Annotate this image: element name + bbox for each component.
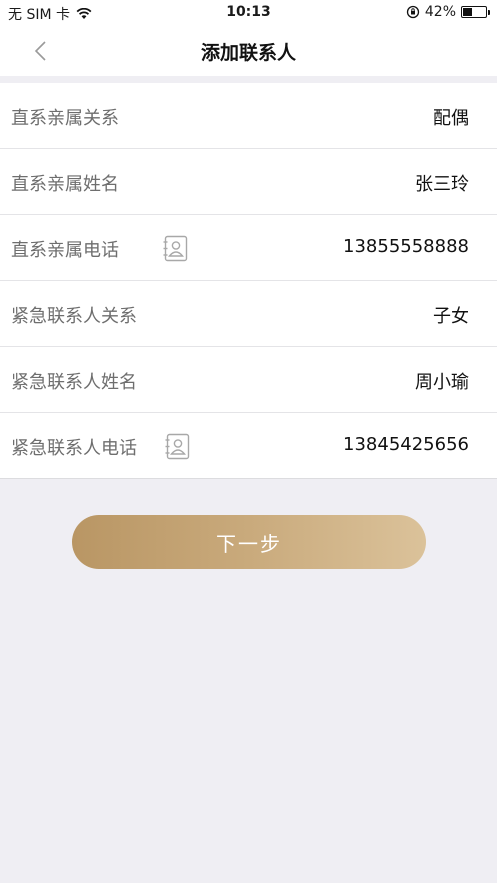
next-step-button[interactable]: 下一步 (72, 515, 426, 569)
battery-level (463, 8, 472, 16)
emergency-name-row[interactable]: 紧急联系人姓名 周小瑜 (0, 347, 497, 413)
row-value: 周小瑜 (415, 372, 469, 393)
status-bar: 无 SIM 卡 10:13 42% (0, 0, 497, 26)
status-right: 42% (406, 4, 490, 20)
nav-bar: 添加联系人 (0, 26, 497, 76)
contact-book-icon[interactable] (162, 235, 189, 262)
row-value: 配偶 (433, 108, 469, 129)
row-label: 紧急联系人姓名 (11, 372, 137, 393)
row-value: 13855558888 (343, 236, 469, 257)
page-title: 添加联系人 (200, 42, 296, 64)
relative-phone-row[interactable]: 直系亲属电话 13855558888 (0, 215, 497, 281)
row-label: 紧急联系人关系 (11, 306, 137, 327)
row-label: 直系亲属关系 (11, 108, 119, 129)
row-value: 13845425656 (343, 434, 469, 455)
row-label: 直系亲属电话 (11, 240, 119, 261)
emergency-relation-row[interactable]: 紧急联系人关系 子女 (0, 281, 497, 347)
row-label: 直系亲属姓名 (11, 174, 119, 195)
battery-icon (461, 6, 490, 18)
row-value: 子女 (433, 306, 469, 327)
spouse-relation-row[interactable]: 直系亲属关系 配偶 (0, 83, 497, 149)
emergency-phone-row[interactable]: 紧急联系人电话 13845425656 (0, 413, 497, 479)
row-label: 紧急联系人电话 (11, 438, 137, 459)
relative-name-row[interactable]: 直系亲属姓名 张三玲 (0, 149, 497, 215)
orientation-lock-icon (406, 5, 420, 19)
battery-percent: 42% (424, 4, 456, 20)
row-value: 张三玲 (415, 174, 469, 195)
contact-form: 直系亲属关系 配偶直系亲属姓名 张三玲直系亲属电话 13855558888 紧急联系人关… (0, 83, 497, 479)
contact-book-icon[interactable] (164, 433, 191, 460)
